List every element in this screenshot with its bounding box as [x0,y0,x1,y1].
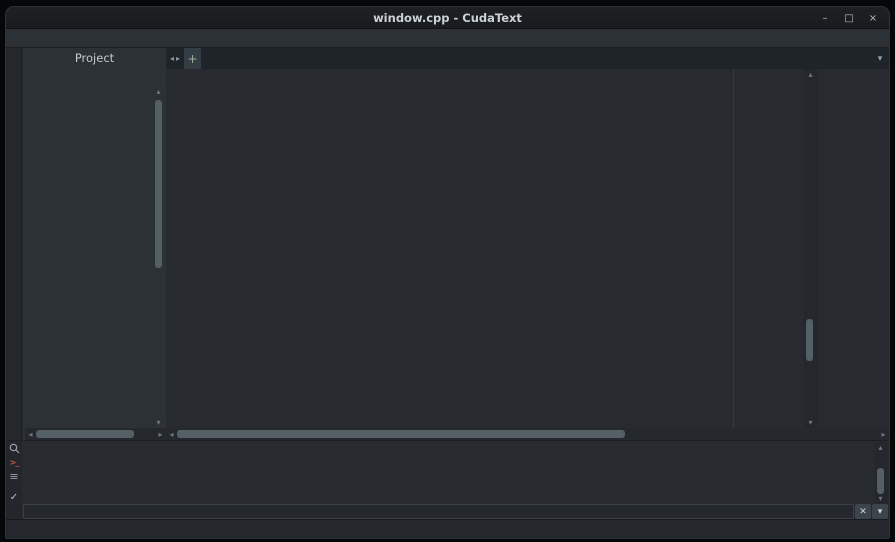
tab-scroll-right-icon[interactable]: ▸ [176,54,180,63]
tree-horizontal-scrollbar[interactable]: ◂ ▸ [25,428,166,440]
tab-list-dropdown-icon[interactable]: ▾ [871,48,889,69]
activity-bar [6,48,22,440]
tab-scroll-left-icon[interactable]: ◂ [170,54,174,63]
scrollbar-thumb[interactable] [36,430,134,438]
new-tab-button[interactable]: + [184,48,202,69]
maximize-button[interactable]: □ [839,10,859,26]
editor-vertical-scrollbar[interactable]: ▴ ▾ [804,69,817,428]
desktop-frame: window.cpp - CudaText – □ × Project ▴ ▾ ◂ … [0,0,895,542]
output-list-icon[interactable]: ≡ [7,470,21,483]
console-clear-button[interactable]: ✕ [855,504,871,519]
scroll-down-icon[interactable]: ▾ [153,417,164,428]
console-panel: >_ ≡ ✓ ▴ ▾ ✕ ▾ [6,440,889,520]
main-area: Project ▴ ▾ ◂ ▸ ◂ ▸ + ▾ ▴ ▾ ◂ ▸ [6,48,889,440]
project-panel-title: Project [74,50,115,65]
validate-check-icon[interactable]: ✓ [7,491,21,504]
scrollbar-thumb[interactable] [806,319,813,361]
close-button[interactable]: × [863,10,883,26]
tab-scroll-arrows[interactable]: ◂ ▸ [166,48,184,69]
console-sidebar: >_ ≡ ✓ [6,441,22,520]
scroll-left-icon[interactable]: ◂ [166,429,177,440]
tree-vertical-scrollbar[interactable]: ▴ ▾ [153,86,164,428]
app-window: window.cpp - CudaText – □ × Project ▴ ▾ ◂ … [5,6,890,539]
scroll-up-icon[interactable]: ▴ [875,442,886,453]
code-editor[interactable] [166,69,806,428]
scroll-down-icon[interactable]: ▾ [805,417,816,428]
title-bar[interactable]: window.cpp - CudaText – □ × [6,7,889,29]
scroll-up-icon[interactable]: ▴ [153,86,164,97]
status-bar [6,519,889,538]
project-toolbar [23,67,166,84]
window-title: window.cpp - CudaText [373,10,522,25]
scroll-left-icon[interactable]: ◂ [25,429,36,440]
scroll-up-icon[interactable]: ▴ [805,69,816,80]
scrollbar-thumb[interactable] [177,430,626,438]
console-history-dropdown-icon[interactable]: ▾ [872,504,888,519]
console-input-row: ✕ ▾ [23,504,888,519]
minimize-button[interactable]: – [815,10,835,26]
console-input[interactable] [23,504,854,519]
project-panel: Project ▴ ▾ ◂ ▸ [23,48,166,440]
console-vertical-scrollbar[interactable]: ▴ ▾ [875,442,888,504]
editor-column: ◂ ▸ + ▾ ▴ ▾ ◂ ▸ [166,48,889,440]
tab-bar: ◂ ▸ + ▾ [166,48,889,69]
scroll-right-icon[interactable]: ▸ [155,429,166,440]
search-icon[interactable] [7,442,21,455]
editor-horizontal-scrollbar[interactable]: ◂ ▸ [166,428,889,440]
scrollbar-thumb[interactable] [155,100,162,268]
file-tree [23,84,166,428]
terminal-icon[interactable]: >_ [7,456,21,469]
menu-bar [6,29,889,48]
scroll-right-icon[interactable]: ▸ [878,429,889,440]
minimap[interactable] [733,69,804,428]
scrollbar-thumb[interactable] [877,468,884,494]
scroll-down-icon[interactable]: ▾ [875,493,886,504]
window-controls: – □ × [815,7,883,29]
console-log[interactable] [26,443,873,505]
